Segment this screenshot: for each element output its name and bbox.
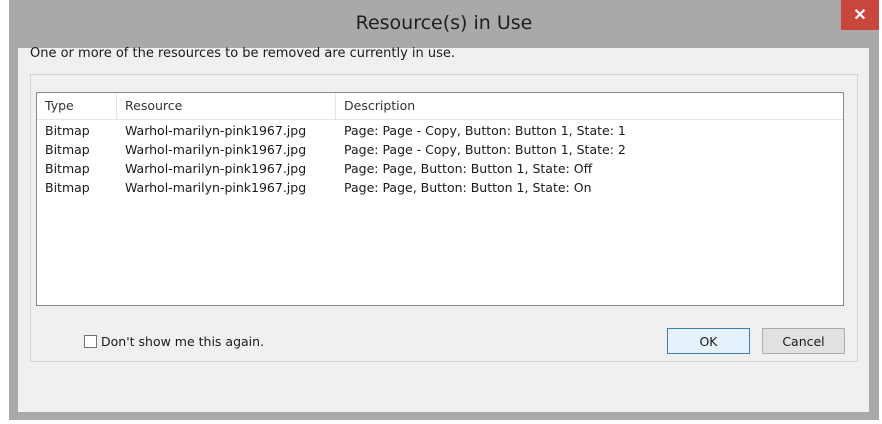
cell-type: Bitmap — [45, 123, 90, 138]
cell-type: Bitmap — [45, 142, 90, 157]
title-bar[interactable]: Resource(s) in Use ✕ — [9, 0, 879, 48]
column-header-resource[interactable]: Resource — [117, 93, 336, 119]
table-row[interactable]: Bitmap Warhol-marilyn-pink1967.jpg Page:… — [37, 140, 843, 159]
cell-description: Page: Page, Button: Button 1, State: On — [344, 180, 592, 195]
cell-description: Page: Page, Button: Button 1, State: Off — [344, 161, 593, 176]
cell-resource: Warhol-marilyn-pink1967.jpg — [125, 123, 307, 138]
cell-type: Bitmap — [45, 161, 90, 176]
close-icon: ✕ — [853, 7, 867, 24]
cell-resource: Warhol-marilyn-pink1967.jpg — [125, 161, 307, 176]
table-row[interactable]: Bitmap Warhol-marilyn-pink1967.jpg Page:… — [37, 121, 843, 140]
cell-description: Page: Page - Copy, Button: Button 1, Sta… — [344, 123, 626, 138]
list-body: Bitmap Warhol-marilyn-pink1967.jpg Page:… — [37, 121, 843, 197]
ok-button[interactable]: OK — [667, 328, 750, 354]
column-header-type[interactable]: Type — [37, 93, 117, 119]
cell-resource: Warhol-marilyn-pink1967.jpg — [125, 142, 307, 157]
list-header: Type Resource Description — [37, 93, 843, 120]
in-use-message: One or more of the resources to be remov… — [30, 46, 456, 61]
close-button[interactable]: ✕ — [841, 0, 879, 30]
dialog-title: Resource(s) in Use — [355, 12, 533, 34]
dont-show-again-checkbox[interactable] — [84, 334, 97, 348]
table-row[interactable]: Bitmap Warhol-marilyn-pink1967.jpg Page:… — [37, 159, 843, 178]
column-header-description[interactable]: Description — [336, 93, 843, 119]
table-row[interactable]: Bitmap Warhol-marilyn-pink1967.jpg Page:… — [37, 178, 843, 197]
dont-show-again-option[interactable]: Don't show me this again. — [84, 332, 264, 350]
cell-description: Page: Page - Copy, Button: Button 1, Sta… — [344, 142, 626, 157]
cell-resource: Warhol-marilyn-pink1967.jpg — [125, 180, 307, 195]
cell-type: Bitmap — [45, 180, 90, 195]
resources-list[interactable]: Type Resource Description Bitmap Warhol-… — [36, 92, 844, 306]
cancel-button[interactable]: Cancel — [762, 328, 845, 354]
dont-show-again-label[interactable]: Don't show me this again. — [101, 334, 264, 349]
